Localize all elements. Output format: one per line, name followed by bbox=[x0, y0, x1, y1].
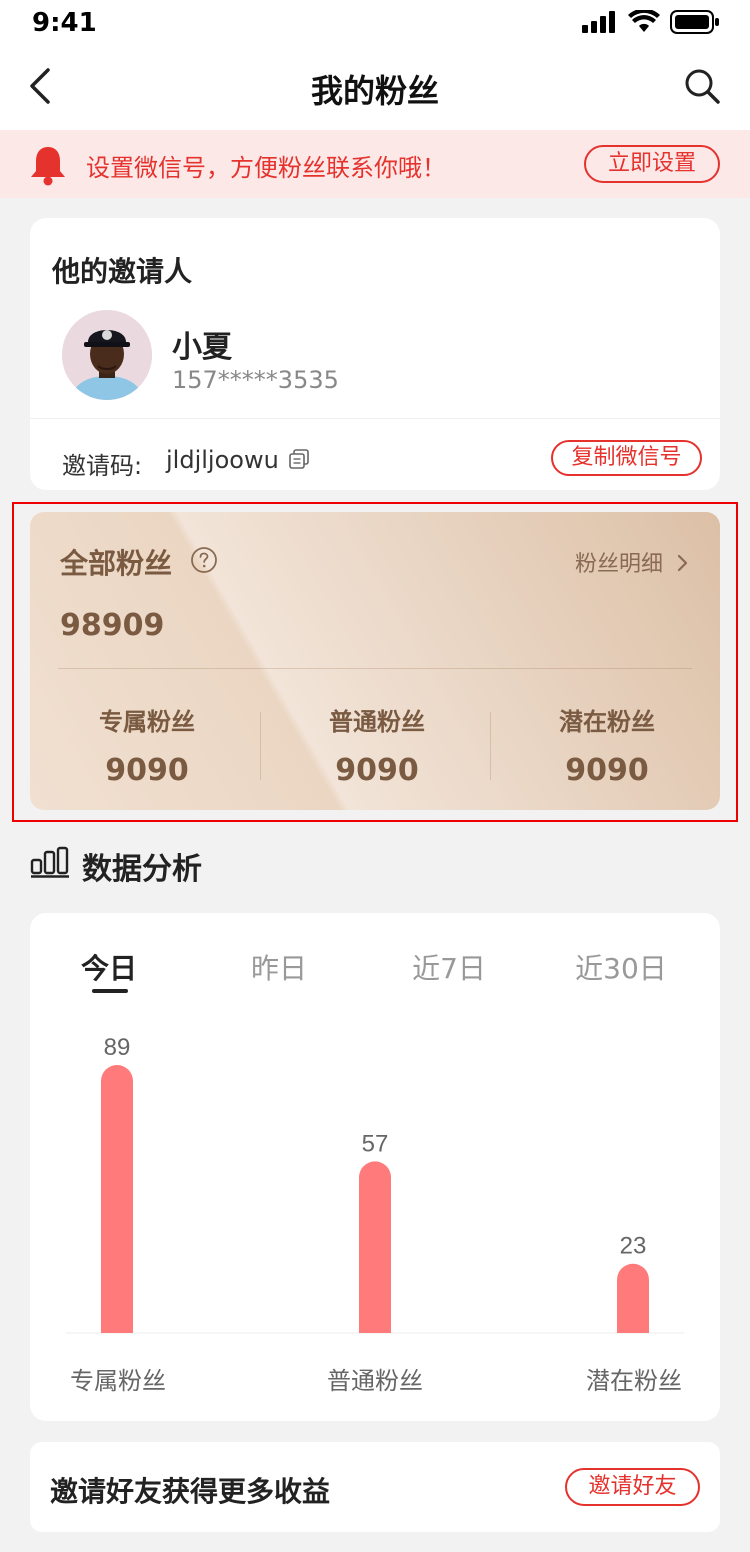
avatar bbox=[62, 310, 152, 400]
status-icons bbox=[582, 10, 720, 34]
fans-stat-label: 潜在粉丝 bbox=[559, 708, 655, 736]
bell-icon bbox=[31, 147, 65, 186]
invite-code-label: 邀请码: bbox=[62, 452, 143, 480]
avatar-illustration bbox=[62, 310, 152, 400]
divider bbox=[30, 418, 720, 419]
divider bbox=[260, 712, 261, 780]
fans-stat-potential: 潜在粉丝 9090 bbox=[492, 702, 720, 788]
fans-total: 98909 bbox=[60, 608, 165, 643]
set-wechat-button[interactable]: 立即设置 bbox=[584, 145, 720, 183]
fans-title: 全部粉丝 bbox=[60, 547, 173, 580]
copy-icon[interactable] bbox=[288, 448, 310, 470]
fans-stat-value: 9090 bbox=[565, 753, 649, 788]
status-bar: 9:41 bbox=[0, 0, 750, 50]
search-icon[interactable] bbox=[682, 66, 722, 106]
invite-card: 邀请好友获得更多收益 邀请好友 bbox=[30, 1442, 720, 1532]
bar-chart: 89 专属粉丝 57 普通粉丝 23 潜在粉丝 bbox=[66, 1034, 684, 1395]
copy-wechat-button[interactable]: 复制微信号 bbox=[551, 440, 702, 476]
section-title: 数据分析 bbox=[82, 852, 202, 887]
bar-chart-icon bbox=[30, 846, 69, 878]
invite-text: 邀请好友获得更多收益 bbox=[50, 1475, 331, 1508]
chart-data-label: 57 bbox=[362, 1130, 389, 1157]
battery-icon bbox=[670, 10, 719, 34]
signal-icon bbox=[582, 11, 615, 33]
chart-bar bbox=[359, 1161, 391, 1333]
inviter-phone: 157*****3535 bbox=[172, 366, 339, 394]
chart-category-label: 潜在粉丝 bbox=[586, 1367, 682, 1395]
divider bbox=[58, 668, 692, 669]
invite-friends-button[interactable]: 邀请好友 bbox=[565, 1468, 700, 1506]
fans-stat-normal: 普通粉丝 9090 bbox=[262, 702, 492, 788]
notice-text: 设置微信号，方便粉丝联系你哦！ bbox=[86, 154, 446, 182]
nav-bar: 我的粉丝 bbox=[0, 50, 750, 130]
chart-data-label: 23 bbox=[620, 1233, 647, 1260]
fans-stat-exclusive: 专属粉丝 9090 bbox=[32, 702, 262, 788]
fans-stat-label: 普通粉丝 bbox=[329, 708, 425, 736]
chart-category-label: 普通粉丝 bbox=[327, 1367, 423, 1395]
inviter-card: 他的邀请人 小夏 157*****3535 邀请码: jldjljoowu 复制… bbox=[30, 218, 720, 490]
inviter-name: 小夏 bbox=[172, 330, 232, 365]
status-time: 9:41 bbox=[32, 8, 97, 38]
chart-bar bbox=[101, 1065, 133, 1333]
inviter-heading: 他的邀请人 bbox=[52, 255, 193, 288]
fans-detail-link[interactable]: 粉丝明细 bbox=[575, 546, 690, 578]
divider bbox=[490, 712, 491, 780]
fans-stat-label: 专属粉丝 bbox=[99, 708, 195, 736]
fans-stat-value: 9090 bbox=[335, 753, 419, 788]
invite-code-value: jldjljoowu bbox=[166, 446, 279, 474]
chart-category-label: 专属粉丝 bbox=[70, 1367, 166, 1395]
chart-card: 今日 昨日 近7日 近30日 89 专属粉丝 57 普通粉丝 23 潜在粉丝 bbox=[30, 913, 720, 1421]
wifi-icon bbox=[628, 10, 660, 32]
page-title: 我的粉丝 bbox=[310, 72, 439, 110]
fans-summary-card: 全部粉丝 粉丝明细 98909 专属粉丝 9090 普通粉丝 9090 潜在粉丝… bbox=[30, 512, 720, 810]
chevron-right-icon bbox=[677, 554, 688, 572]
chart-bar bbox=[617, 1263, 649, 1333]
chart-data-label: 89 bbox=[104, 1034, 131, 1061]
fans-stat-value: 9090 bbox=[105, 753, 189, 788]
help-icon[interactable] bbox=[190, 546, 218, 574]
fans-detail-label: 粉丝明细 bbox=[574, 552, 663, 577]
